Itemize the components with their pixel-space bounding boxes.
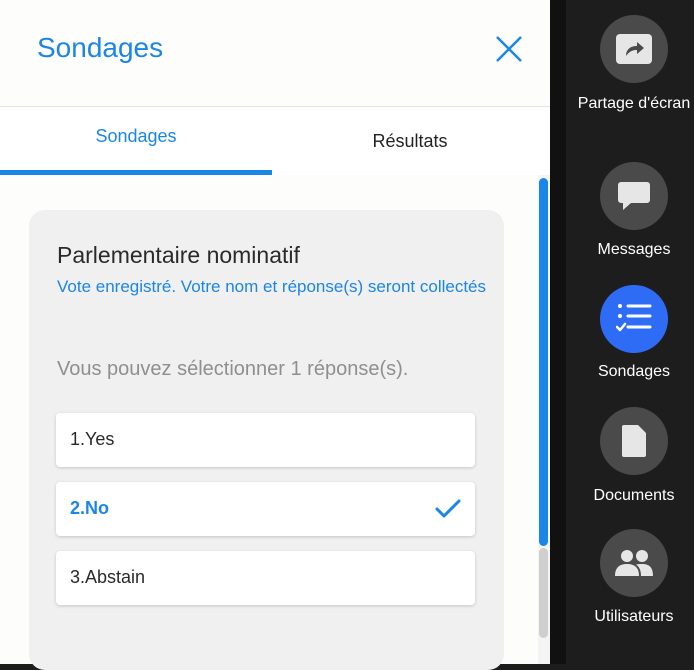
sidebar-item-polls[interactable]: Sondages xyxy=(566,285,694,385)
document-icon xyxy=(622,425,646,457)
sidebar-label-documents: Documents xyxy=(593,487,675,504)
messages-button[interactable] xyxy=(600,162,668,230)
tab-sondages[interactable]: Sondages xyxy=(0,107,272,175)
sidebar-item-share-screen[interactable]: Partage d'écran xyxy=(566,15,694,137)
documents-button[interactable] xyxy=(600,407,668,475)
users-icon xyxy=(615,550,653,576)
scrollbar-lower-track xyxy=(539,548,548,638)
users-button[interactable] xyxy=(600,529,668,597)
tab-bar: Sondages Résultats xyxy=(0,107,550,175)
polls-panel: Sondages Sondages Résultats Parlementair… xyxy=(0,0,550,670)
poll-title: Parlementaire nominatif xyxy=(57,242,300,268)
sidebar-label-messages: Messages xyxy=(597,241,671,258)
poll-option-label: 1.Yes xyxy=(70,429,115,449)
poll-option-abstain[interactable]: 3.Abstain xyxy=(56,551,475,605)
share-screen-button[interactable] xyxy=(600,15,668,83)
panel-divider xyxy=(550,0,566,664)
chat-bubble-icon xyxy=(618,182,650,210)
poll-option-no[interactable]: 2.No xyxy=(56,482,475,536)
sidebar-item-users[interactable]: Utilisateurs xyxy=(566,529,694,629)
scrollbar-thumb[interactable] xyxy=(539,178,548,546)
poll-option-yes[interactable]: 1.Yes xyxy=(56,413,475,467)
checkmark-icon xyxy=(435,499,461,518)
poll-checklist-icon xyxy=(616,304,652,332)
sidebar-item-messages[interactable]: Messages xyxy=(566,162,694,262)
panel-header: Sondages xyxy=(0,0,550,107)
sidebar-item-documents[interactable]: Documents xyxy=(566,407,694,507)
share-screen-icon xyxy=(616,34,652,64)
sidebar-label-share-screen: Partage d'écran xyxy=(577,95,691,112)
panel-content: Parlementaire nominatif Vote enregistré.… xyxy=(0,175,550,670)
poll-note: Vote enregistré. Votre nom et réponse(s)… xyxy=(57,277,487,296)
sidebar-label-polls: Sondages xyxy=(597,363,671,380)
panel-title: Sondages xyxy=(37,32,164,63)
poll-option-label: 3.Abstain xyxy=(70,567,146,587)
tab-resultats[interactable]: Résultats xyxy=(272,107,548,175)
close-icon[interactable] xyxy=(492,32,526,66)
poll-card: Parlementaire nominatif Vote enregistré.… xyxy=(29,210,504,670)
sidebar-label-users: Utilisateurs xyxy=(594,608,674,625)
polls-button[interactable] xyxy=(600,285,668,353)
right-sidebar: Partage d'écran Messages Sondages Docume… xyxy=(566,0,694,664)
poll-instruction: Vous pouvez sélectionner 1 réponse(s). xyxy=(57,358,409,380)
poll-option-label: 2.No xyxy=(70,498,110,518)
